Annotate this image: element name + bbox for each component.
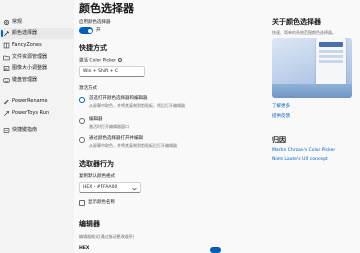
toggle-knob — [87, 28, 92, 33]
shortcut-section-title: 快捷方式 — [79, 44, 107, 52]
activation-option-radio-1[interactable] — [79, 97, 85, 103]
gear-icon — [3, 19, 10, 26]
activation-option-desc-1: 从屏幕中取色，并将其复制到剪贴板，然后打开编辑器 — [89, 103, 185, 108]
sidebar-item-label: 常规 — [12, 19, 23, 25]
activation-label: 激活方式 — [79, 86, 97, 91]
sidebar-item-powerrename[interactable]: PowerRename — [0, 96, 74, 107]
activation-option-desc-2: 激活时打开编辑器窗口 — [89, 124, 129, 129]
sidebar-item-label: 文件资源管理器 — [12, 54, 48, 60]
keyboard-icon — [3, 78, 10, 83]
preview-landscape — [272, 84, 352, 98]
activation-option-radio-3[interactable] — [79, 137, 85, 143]
hex-format-label: HEX — [79, 246, 90, 251]
sidebar-item-color-picker[interactable]: 颜色选择器 — [0, 28, 74, 39]
preview-row — [319, 50, 343, 53]
sidebar-item-label: FancyZones — [12, 42, 42, 48]
format-value: HEX - #FFAA00 — [83, 185, 118, 190]
sidebar-item-label: 键盘管理器 — [12, 77, 38, 83]
sidebar-item-label: PowerToys Run — [12, 110, 50, 116]
sidebar: 常规 颜色选择器 FancyZones 文件资源管理器 图像大小调整器 键盘管理… — [0, 0, 74, 253]
activate-label: 激活 Color Picker — [79, 58, 123, 65]
eyedropper-icon — [4, 31, 9, 36]
sidebar-item-fancyzones[interactable]: FancyZones — [0, 40, 74, 51]
run-icon — [4, 111, 9, 116]
activation-option-title-1: 首选打开颜色选择器和编辑器 — [89, 96, 148, 101]
color-picker-preview-image — [272, 38, 352, 98]
chevron-down-icon — [132, 187, 137, 190]
shortcut-value: Win + Shift + C — [83, 69, 119, 74]
enable-toggle[interactable] — [79, 27, 93, 34]
sidebar-item-general[interactable]: 常规 — [0, 17, 74, 28]
sidebar-item-label: 颜色选择器 — [12, 30, 38, 36]
show-name-label: 显示颜色名称 — [88, 200, 115, 205]
preview-swatch — [319, 42, 343, 47]
enable-label: 启用颜色选择器 — [79, 20, 111, 25]
format-label: 复制默认颜色格式 — [79, 174, 115, 179]
credits-title: 归因 — [272, 136, 286, 144]
about-title: 关于颜色选择器 — [272, 18, 321, 26]
about-description: 快速、简单的系统范围颜色选择器。 — [272, 30, 336, 35]
folder-icon — [3, 55, 10, 61]
rename-icon — [4, 99, 9, 105]
activation-option-radio-2[interactable] — [79, 118, 85, 124]
picker-section-title: 选取器行为 — [79, 160, 114, 168]
editor-section-title: 编辑器 — [79, 220, 100, 228]
sidebar-item-powertoys-run[interactable]: PowerToys Run — [0, 108, 74, 119]
hex-format-toggle[interactable] — [210, 247, 221, 253]
grid-icon — [3, 42, 10, 49]
sidebar-item-file-explorer[interactable]: 文件资源管理器 — [0, 52, 74, 63]
show-name-checkbox[interactable] — [79, 200, 85, 206]
sidebar-item-keyboard-manager[interactable]: 键盘管理器 — [0, 75, 74, 86]
credit-link-color-picker[interactable]: Martin Chrzan's Color Picker — [272, 148, 335, 154]
sidebar-item-label: PowerRename — [12, 98, 48, 104]
learn-more-link[interactable]: 了解更多 — [272, 104, 290, 110]
image-icon — [3, 66, 10, 71]
page-title: 颜色选择器 — [79, 2, 134, 15]
credit-link-ux-concept[interactable]: Niels Laute's UX concept — [272, 157, 328, 163]
activation-option-title-3: 通过颜色选择器打开并编辑 — [89, 136, 143, 141]
activation-option-title-2: 编辑器 — [89, 117, 103, 122]
main-content: 颜色选择器 启用颜色选择器 开 快捷方式 激活 Color Picker Win… — [74, 0, 360, 253]
sidebar-item-label: 快捷键指南 — [12, 127, 38, 133]
shortcut-field[interactable]: Win + Shift + C — [79, 66, 145, 77]
sidebar-item-label: 图像大小调整器 — [12, 65, 48, 71]
info-icon[interactable] — [118, 58, 123, 62]
editor-desc: 编辑器格式(通过拖动更改顺序) — [79, 234, 135, 239]
activation-option-desc-3: 从屏幕中取色，并将其复制到剪贴板后打开编辑器 — [89, 143, 177, 148]
sidebar-item-shortcut-guide[interactable]: 快捷键指南 — [0, 125, 74, 136]
shortcut-guide-icon — [3, 128, 10, 133]
preview-row — [319, 60, 343, 63]
sidebar-item-image-resizer[interactable]: 图像大小调整器 — [0, 63, 74, 74]
preview-row — [319, 55, 343, 58]
format-dropdown[interactable]: HEX - #FFAA00 — [79, 182, 141, 193]
toggle-state-label: 开 — [96, 27, 101, 33]
feedback-link[interactable]: 提供反馈 — [272, 114, 290, 120]
preview-panel — [316, 38, 346, 90]
